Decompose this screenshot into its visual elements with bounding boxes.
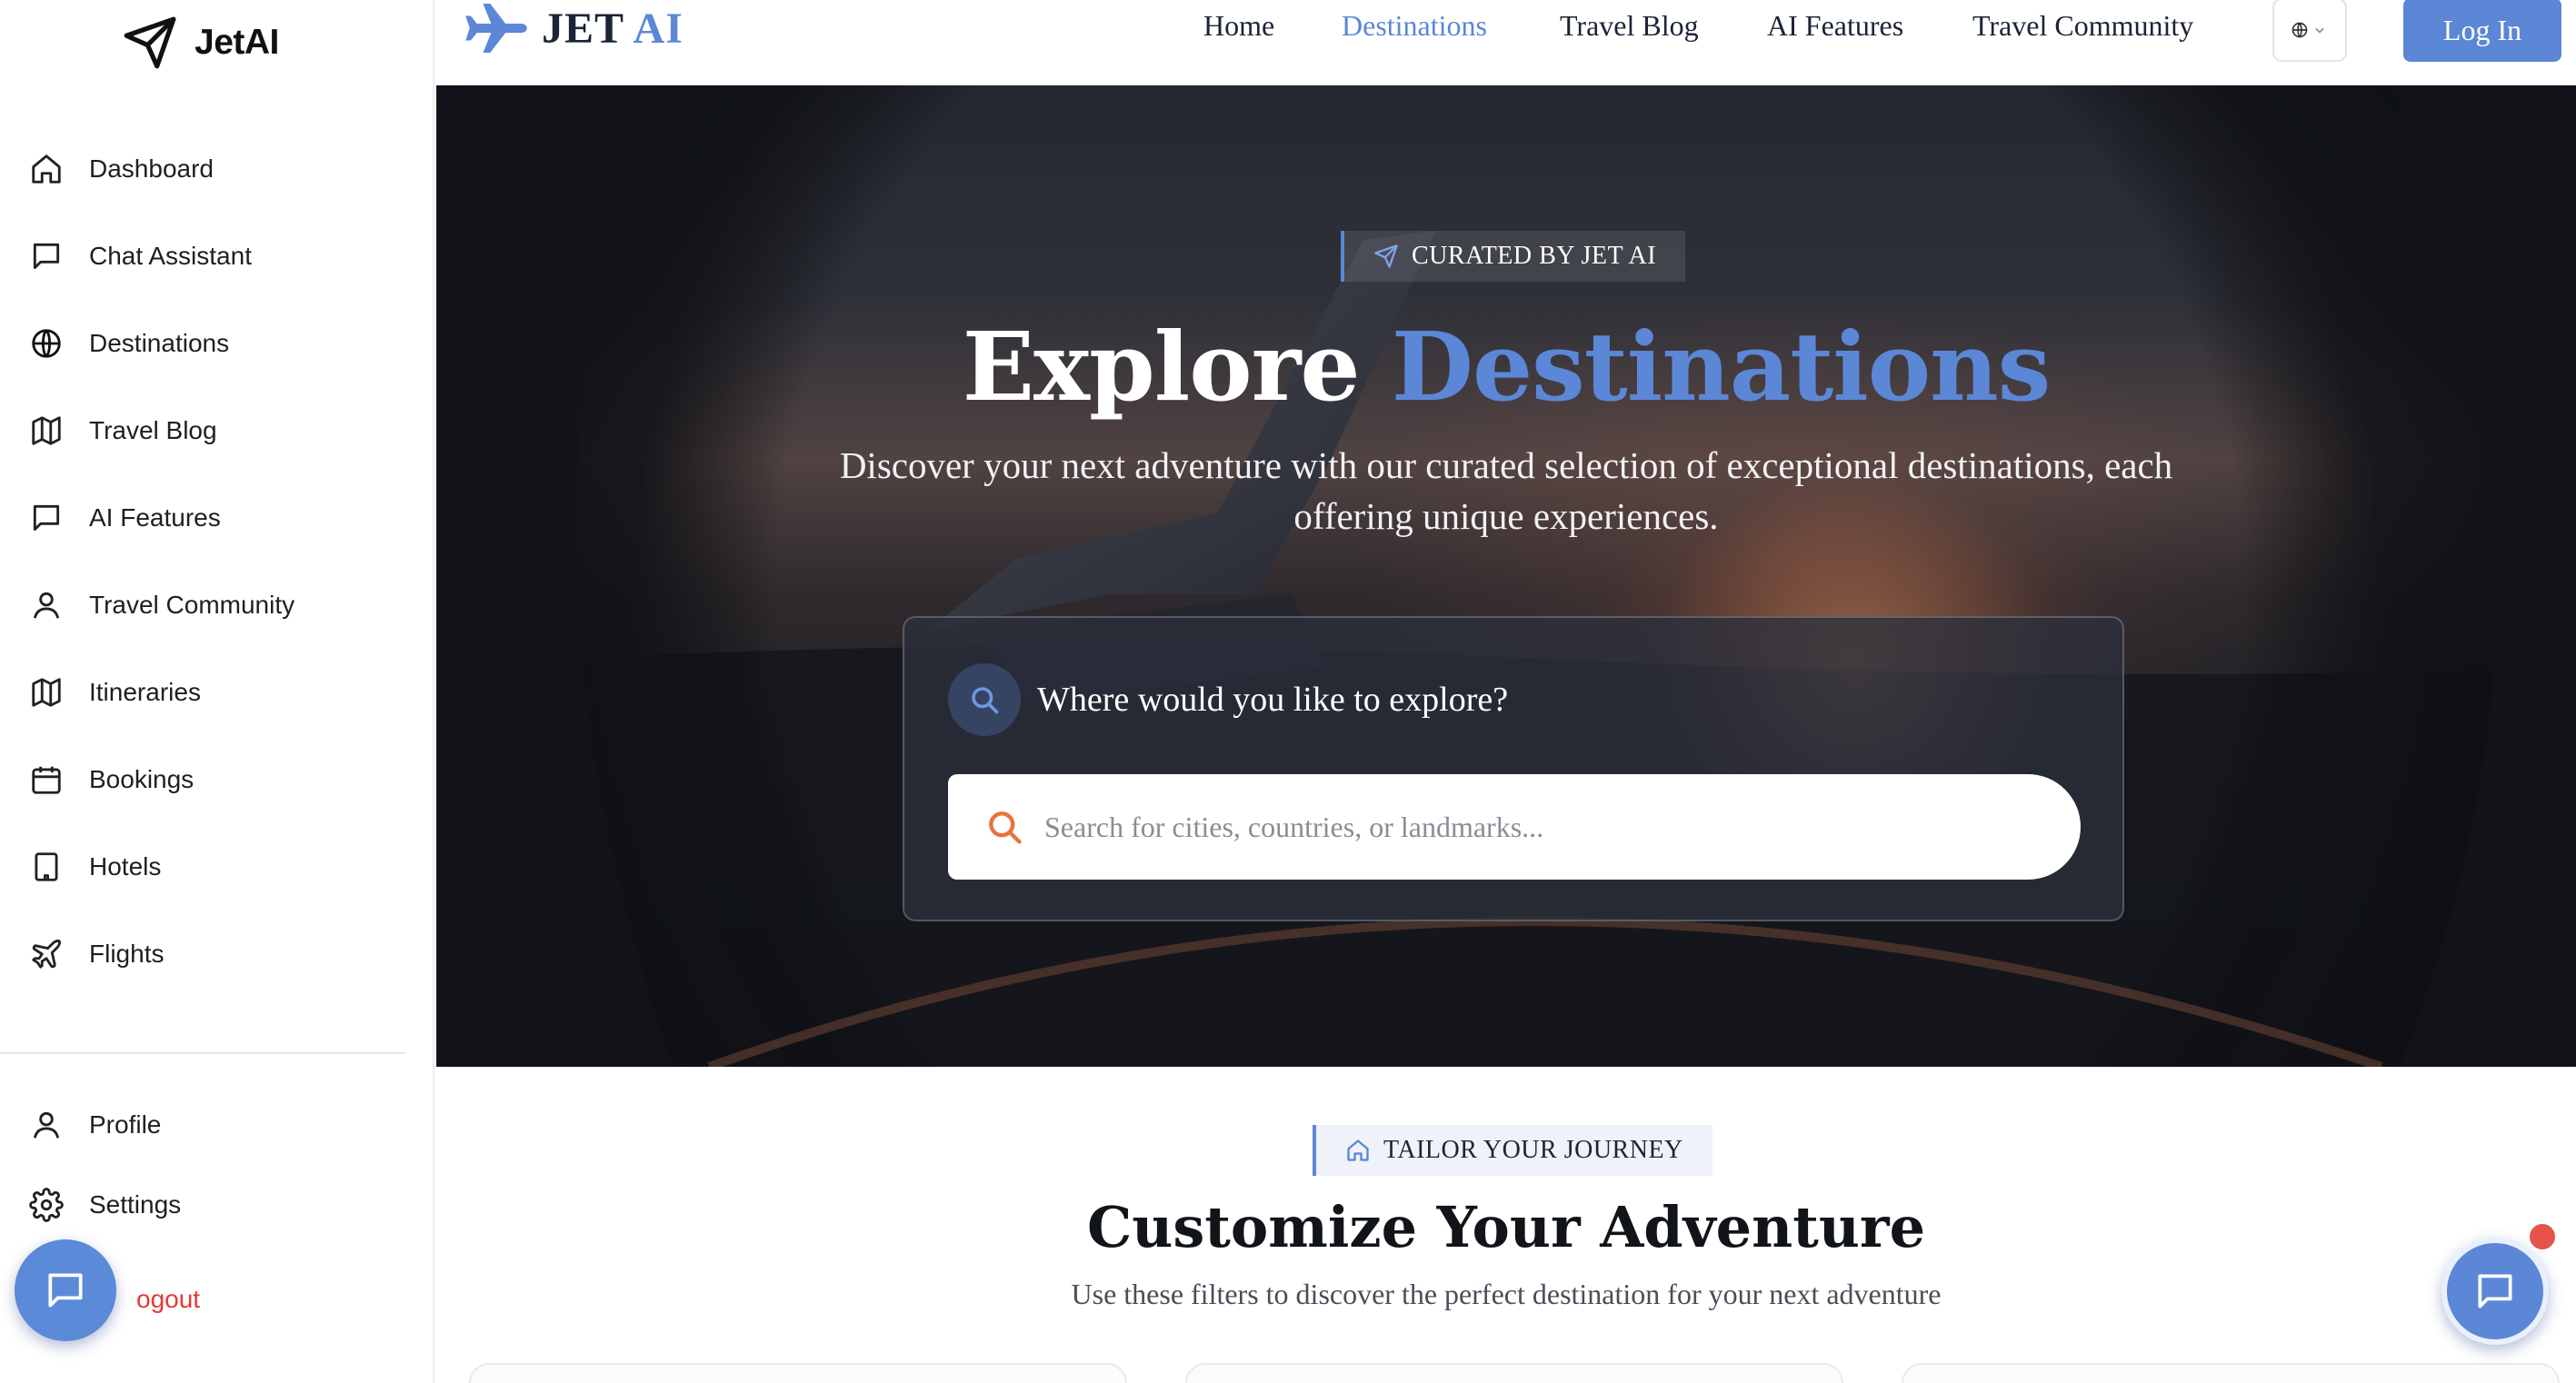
customize-title: Customize Your Adventure [1086, 1194, 1926, 1260]
gear-icon [27, 1186, 65, 1224]
filter-card[interactable] [1902, 1363, 2560, 1383]
sidebar-item-label: AI Features [89, 503, 221, 532]
hero-section: CURATED BY JET AI Explore Destinations D… [436, 85, 2576, 1067]
globe-icon [27, 324, 65, 363]
search-heading-row: Where would you like to explore? [948, 663, 1508, 736]
sidebar-item-label: Dashboard [89, 154, 214, 183]
chat-fab-button[interactable] [15, 1239, 116, 1341]
chat-icon [2478, 1274, 2512, 1308]
airplane-logo-icon [465, 4, 527, 53]
user-icon [27, 1106, 65, 1144]
nav-link-home[interactable]: Home [1203, 9, 1274, 43]
notification-dot [2527, 1221, 2558, 1252]
brand-name: JetAI [195, 23, 279, 62]
hero-title-plain: Explore [962, 311, 1361, 423]
sidebar-item-travel-blog[interactable]: Travel Blog [27, 403, 409, 458]
send-icon [1374, 244, 1398, 268]
search-icon [989, 811, 1022, 844]
sidebar-item-label: Travel Community [89, 591, 295, 619]
nav-link-destinations[interactable]: Destinations [1342, 9, 1487, 43]
chat-icon [48, 1273, 83, 1308]
sidebar: JetAI Dashboard Chat Assistant Destinati… [0, 0, 434, 1383]
nav-link-ai-features[interactable]: AI Features [1767, 9, 1903, 43]
login-button[interactable]: Log In [2403, 0, 2561, 62]
sidebar-item-label: ogout [136, 1285, 201, 1313]
map-icon [27, 412, 65, 450]
sidebar-item-travel-community[interactable]: Travel Community [27, 578, 409, 632]
sidebar-divider [0, 1052, 405, 1054]
home-icon [27, 150, 65, 188]
building-icon [27, 848, 65, 886]
tailor-tag: TAILOR YOUR JOURNEY [1313, 1125, 1712, 1176]
search-field[interactable] [948, 774, 2081, 880]
sidebar-item-chat-assistant[interactable]: Chat Assistant [27, 229, 409, 284]
sidebar-item-dashboard[interactable]: Dashboard [27, 142, 409, 196]
sidebar-item-itineraries[interactable]: Itineraries [27, 665, 409, 720]
calendar-icon [27, 761, 65, 799]
sidebar-item-label: Chat Assistant [89, 242, 252, 270]
chevron-down-icon [2315, 27, 2324, 34]
message-icon [27, 499, 65, 537]
site-logo[interactable]: JET AI [464, 0, 684, 56]
paper-plane-icon [124, 16, 176, 69]
hero-title: Explore Destinations [436, 311, 2576, 423]
user-icon [27, 586, 65, 624]
sidebar-item-label: Itineraries [89, 678, 201, 706]
search-input[interactable] [1044, 800, 2044, 854]
map-icon [27, 673, 65, 711]
sidebar-item-label: Profile [89, 1110, 162, 1139]
sidebar-item-ai-features[interactable]: AI Features [27, 491, 409, 545]
sidebar-item-settings[interactable]: Settings [27, 1178, 409, 1232]
search-badge [948, 663, 1021, 736]
filter-card[interactable] [1185, 1363, 1843, 1383]
sidebar-item-bookings[interactable]: Bookings [27, 752, 409, 807]
nav-link-travel-community[interactable]: Travel Community [1972, 9, 2193, 43]
sidebar-item-logout[interactable]: ogout [75, 1272, 456, 1327]
home-icon [1347, 1139, 1369, 1161]
language-selector-button[interactable] [2272, 0, 2347, 62]
sidebar-brand[interactable]: JetAI [122, 11, 279, 75]
sidebar-item-label: Settings [89, 1190, 182, 1219]
sidebar-item-label: Hotels [89, 852, 162, 881]
sidebar-item-hotels[interactable]: Hotels [27, 840, 409, 894]
logo-jet: JET [542, 4, 624, 53]
sidebar-item-label: Travel Blog [89, 416, 217, 444]
search-icon [972, 687, 999, 714]
search-card: Where would you like to explore? [903, 616, 2124, 921]
globe-icon [2291, 22, 2308, 38]
logo-ai: AI [633, 4, 684, 53]
customize-subtitle: Use these filters to discover the perfec… [1071, 1278, 1942, 1310]
tailor-tag-text: TAILOR YOUR JOURNEY [1383, 1136, 1683, 1164]
filter-card[interactable] [469, 1363, 1127, 1383]
plane-icon [27, 935, 65, 973]
hero-title-accent: Destinations [1391, 311, 2052, 423]
top-header: JET AI Home Destinations Travel Blog AI … [436, 0, 2576, 85]
sidebar-item-profile[interactable]: Profile [27, 1098, 409, 1152]
hero-subtitle: Discover your next adventure with our cu… [839, 444, 2173, 537]
search-heading: Where would you like to explore? [1037, 681, 1509, 719]
sidebar-item-label: Bookings [89, 765, 195, 793]
nav-link-travel-blog[interactable]: Travel Blog [1560, 9, 1699, 43]
curated-tag: CURATED BY JET AI [1341, 231, 1686, 282]
sidebar-item-flights[interactable]: Flights [27, 927, 409, 981]
sidebar-item-label: Flights [89, 940, 165, 968]
customize-section: TAILOR YOUR JOURNEY Customize Your Adven… [436, 1067, 2576, 1383]
sidebar-item-destinations[interactable]: Destinations [27, 316, 409, 371]
curated-tag-text: CURATED BY JET AI [1412, 242, 1657, 270]
chat-assistant-fab-button[interactable] [2441, 1238, 2549, 1345]
chat-icon [27, 237, 65, 275]
sidebar-item-label: Destinations [89, 329, 230, 357]
